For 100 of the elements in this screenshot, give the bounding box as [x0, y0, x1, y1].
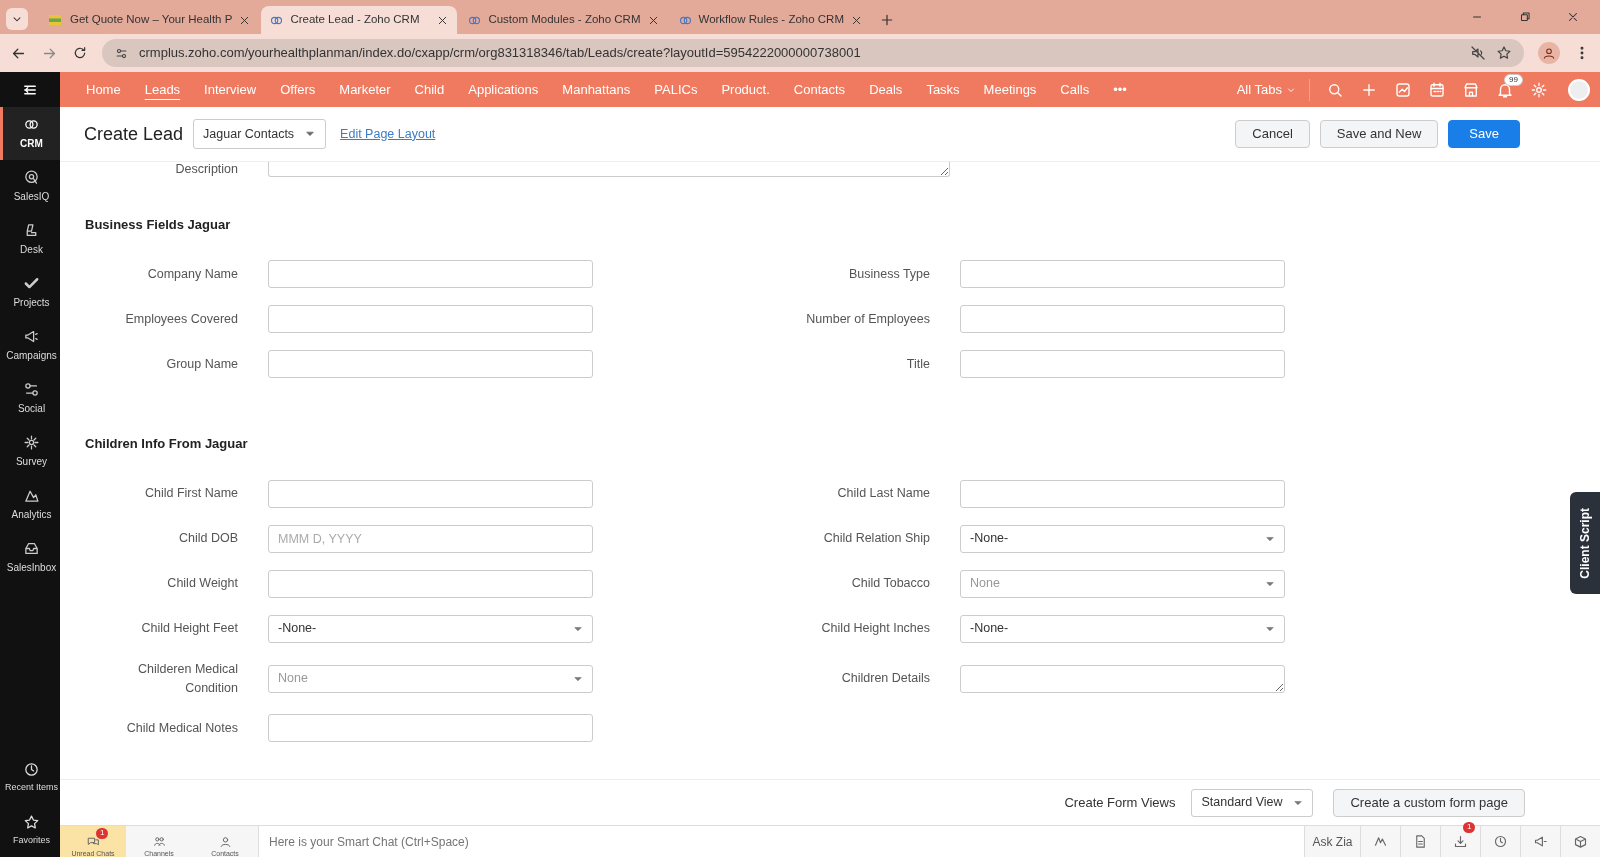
- tab-title: Workflow Rules - Zoho CRM: [698, 12, 844, 28]
- sidebar-item[interactable]: Campaigns: [0, 319, 60, 372]
- megaphone-icon: [23, 328, 40, 345]
- megaphone-icon[interactable]: [1533, 834, 1548, 849]
- new-tab-icon[interactable]: [879, 12, 895, 28]
- dropdown-field[interactable]: -None-: [960, 614, 1285, 643]
- browser-tab[interactable]: Workflow Rules - Zoho CRM: [669, 6, 871, 34]
- address-bar[interactable]: crmplus.zoho.com/yourhealthplanman/index.do/cxapp/crm/org831318346/tab/Leads/create?layoutId=5954222000000738001: [102, 39, 1524, 67]
- field-label: Children Details: [840, 670, 930, 688]
- field-label: Title: [905, 355, 930, 373]
- tab-title: Create Lead - Zoho CRM: [290, 12, 421, 28]
- nodes-icon: [23, 381, 40, 398]
- input-field[interactable]: [960, 305, 1285, 334]
- muted-icon[interactable]: [1470, 45, 1486, 61]
- input-field[interactable]: [960, 260, 1285, 289]
- store-icon[interactable]: [1462, 80, 1480, 99]
- field-label: Child Height Feet: [140, 620, 238, 638]
- field-label: Number of Employees: [805, 310, 930, 328]
- tab-title: Custom Modules - Zoho CRM: [488, 12, 641, 28]
- field-label: Child Last Name: [836, 485, 930, 503]
- smart-chat-field[interactable]: Here is your Smart Chat (Ctrl+Space): [258, 826, 1304, 857]
- dropdown-field[interactable]: -None-: [960, 524, 1285, 553]
- field-label: Description: [174, 162, 238, 178]
- bookmark-star-icon[interactable]: [1496, 45, 1512, 61]
- form-views-label: Create Form Views: [1064, 793, 1176, 812]
- sidebar-item[interactable]: Projects: [0, 266, 60, 319]
- input-field[interactable]: [268, 714, 593, 743]
- sidebar-item[interactable]: Desk: [0, 213, 60, 266]
- restore-icon[interactable]: [1518, 10, 1532, 24]
- chat-icon: [23, 169, 40, 186]
- download-badge: 1: [1463, 822, 1476, 833]
- field-label: Child Tobacco: [850, 575, 930, 593]
- url-text: crmplus.zoho.com/yourhealthplanman/index.do/cxapp/crm/org831318346/tab/Leads/create?layoutId=5954222000000738001: [139, 44, 862, 63]
- field-label: Child Weight: [166, 575, 238, 593]
- field-label: Company Name: [146, 265, 238, 283]
- layout-dropdown[interactable]: Jaguar Contacts: [193, 119, 327, 149]
- save-button[interactable]: Save: [1448, 120, 1520, 148]
- calendar-icon[interactable]: [1428, 80, 1446, 99]
- field-label: Child Height Inches: [820, 620, 930, 638]
- chart-icon[interactable]: [1394, 80, 1412, 99]
- dropdown-field[interactable]: -None-: [268, 614, 593, 643]
- field-label: Child Relation Ship: [822, 530, 930, 548]
- input-field[interactable]: [268, 569, 593, 598]
- avatar-icon[interactable]: [1568, 78, 1590, 101]
- sidebar-item[interactable]: Survey: [0, 425, 60, 478]
- flag-icon: [46, 14, 64, 26]
- view-dropdown[interactable]: Standard View: [1191, 788, 1314, 817]
- input-field[interactable]: [960, 479, 1285, 508]
- field-label: Child DOB: [177, 530, 238, 548]
- section-title: Business Fields Jaguar: [85, 215, 232, 234]
- sidebar-item[interactable]: SalesIQ: [0, 160, 60, 213]
- person-icon: [1542, 46, 1556, 60]
- burst-icon: [23, 434, 40, 451]
- sidebar-item[interactable]: Social: [0, 372, 60, 425]
- browser-tab[interactable]: Custom Modules - Zoho CRM: [459, 6, 668, 34]
- sidebar-item[interactable]: Favorites: [0, 804, 60, 857]
- field-label: Child First Name: [143, 485, 238, 503]
- text-area-field[interactable]: [960, 664, 1285, 693]
- document-icon[interactable]: [1413, 834, 1428, 849]
- browser-tab[interactable]: Get Quote Now – Your Health P: [38, 6, 260, 34]
- field-label: Group Name: [165, 355, 238, 373]
- ask-zia-button[interactable]: Ask Zia: [1304, 826, 1360, 857]
- input-field[interactable]: [268, 350, 593, 379]
- header-button[interactable]: Cancel: [1235, 120, 1310, 148]
- settings-icon[interactable]: [1530, 80, 1548, 99]
- sidebar-item[interactable]: Recent Items: [0, 751, 60, 804]
- download-icon[interactable]: [1453, 834, 1468, 849]
- alarm-icon[interactable]: [1493, 834, 1508, 849]
- close-icon[interactable]: [1566, 10, 1580, 24]
- field-label: Employees Covered: [124, 310, 238, 328]
- section-title: Children Info From Jaguar: [85, 435, 249, 454]
- chat-bubbles-icon: [86, 835, 100, 848]
- unread-badge: 1: [96, 828, 109, 839]
- box-icon[interactable]: [1573, 834, 1588, 849]
- reload-icon[interactable]: [72, 45, 88, 61]
- tab-list-button[interactable]: [6, 8, 28, 30]
- date-field[interactable]: MMM D, YYYY: [268, 524, 593, 553]
- star-icon: [23, 813, 40, 831]
- notification-badge: 99: [1504, 73, 1523, 87]
- browser-tab[interactable]: Create Lead - Zoho CRM: [261, 6, 458, 34]
- sidebar-item[interactable]: SalesInbox: [0, 531, 60, 584]
- field-label: Childeren Medical Condition: [136, 660, 238, 697]
- profile-icon[interactable]: [1538, 42, 1560, 64]
- input-field[interactable]: [960, 350, 1285, 379]
- group-icon: [152, 835, 166, 848]
- custom-form-button[interactable]: Create a custom form page: [1333, 788, 1525, 817]
- description-field[interactable]: [268, 162, 950, 178]
- input-field[interactable]: [268, 305, 593, 334]
- field-label: Child Medical Notes: [125, 719, 238, 737]
- client-script-tab[interactable]: Client Script: [1570, 492, 1600, 594]
- tab-title: Get Quote Now – Your Health P: [70, 12, 233, 28]
- header-button[interactable]: Save and New: [1319, 120, 1439, 148]
- field-label: Business Type: [847, 265, 930, 283]
- inbox-icon: [23, 540, 40, 557]
- input-field[interactable]: [268, 479, 593, 508]
- edit-layout-link[interactable]: Edit Page Layout: [340, 124, 436, 144]
- sidebar-item[interactable]: Analytics: [0, 478, 60, 531]
- person-icon: [218, 835, 232, 848]
- sidebar-item[interactable]: CRM: [0, 107, 60, 160]
- input-field[interactable]: [268, 260, 593, 289]
